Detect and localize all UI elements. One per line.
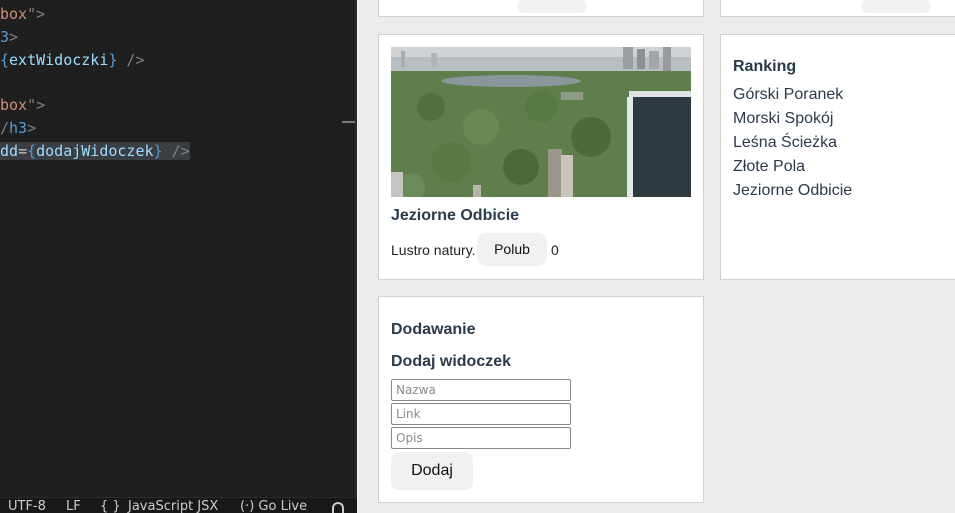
add-card: Dodawanie Dodaj widoczek Dodaj xyxy=(378,296,704,503)
code-line[interactable]: {extWidoczki} /> xyxy=(0,49,145,72)
ranking-item: Złote Pola xyxy=(733,158,806,175)
code-token: dodajWidoczek xyxy=(36,142,154,160)
status-language[interactable]: JavaScript JSX xyxy=(128,500,218,513)
top-left-card-button[interactable] xyxy=(517,0,587,13)
code-line[interactable]: box"> xyxy=(0,3,45,26)
ranking-card: Ranking Górski Poranek Morski Spokój Leś… xyxy=(720,34,955,280)
code-line[interactable]: /h3> xyxy=(0,117,36,140)
description-input[interactable] xyxy=(391,427,571,449)
status-encoding[interactable]: UTF-8 xyxy=(8,500,46,513)
top-right-card-button[interactable] xyxy=(861,0,931,13)
code-editor[interactable]: box"> 3> {extWidoczki} /> box">/h3> dd={doda… xyxy=(0,0,357,513)
add-section-title: Dodawanie xyxy=(391,321,476,338)
add-form-title: Dodaj widoczek xyxy=(391,353,512,370)
code-selection: dd={dodajWidoczek} /> xyxy=(0,142,190,160)
code-token: h3 xyxy=(9,119,28,137)
ranking-item: Leśna Ścieżka xyxy=(733,134,838,151)
code-line-text: /h3> xyxy=(0,119,36,137)
photo-image xyxy=(391,47,691,197)
status-bar: UTF-8 LF { } JavaScript JSX (·) Go Live xyxy=(0,497,357,513)
photo-card-title: Jeziorne Odbicie xyxy=(391,207,520,224)
code-token: / xyxy=(0,119,10,137)
code-token: 3 xyxy=(0,28,10,46)
code-token: "> xyxy=(27,5,46,23)
code-token: box xyxy=(0,96,28,114)
code-token: "> xyxy=(27,96,46,114)
photo-card: Jeziorne Odbicie Lustro natury. Polub 0 xyxy=(378,34,704,280)
code-line-text: box"> xyxy=(0,96,45,114)
code-token: /> xyxy=(117,51,145,69)
code-line-text: 3> xyxy=(0,28,18,46)
status-braces-icon[interactable]: { } xyxy=(100,500,121,513)
code-token: > xyxy=(27,119,37,137)
code-token: = xyxy=(18,142,28,160)
code-line[interactable]: 3> xyxy=(0,26,18,49)
card-top-right xyxy=(720,0,955,17)
browser-preview: Jeziorne Odbicie Lustro natury. Polub 0 … xyxy=(357,0,955,513)
status-eol[interactable]: LF xyxy=(66,500,81,513)
like-count: 0 xyxy=(551,242,559,258)
code-token: { xyxy=(27,142,37,160)
add-button[interactable]: Dodaj xyxy=(391,452,473,490)
status-golive[interactable]: (·) Go Live xyxy=(240,500,307,513)
ranking-item: Górski Poranek xyxy=(733,86,844,103)
code-token: > xyxy=(9,28,19,46)
code-token: } xyxy=(153,142,163,160)
photo-card-description: Lustro natury. xyxy=(391,242,476,258)
ranking-item: Jeziorne Odbicie xyxy=(733,182,853,199)
status-golive-label: Go Live xyxy=(258,499,308,513)
name-input[interactable] xyxy=(391,379,571,401)
code-token: { xyxy=(0,51,10,69)
code-token: /> xyxy=(162,142,190,160)
broadcast-icon: (·) xyxy=(240,499,255,513)
code-token: extWidoczki xyxy=(9,51,109,69)
link-input[interactable] xyxy=(391,403,571,425)
code-token: box xyxy=(0,5,28,23)
code-line-text: {extWidoczki} /> xyxy=(0,51,145,69)
card-top-left xyxy=(378,0,704,17)
ranking-title: Ranking xyxy=(733,58,797,75)
bell-icon[interactable] xyxy=(332,502,344,513)
code-line[interactable]: dd={dodajWidoczek} /> xyxy=(0,140,190,163)
park-aerial-image xyxy=(391,47,691,197)
code-line[interactable]: box"> xyxy=(0,94,45,117)
code-line-text: box"> xyxy=(0,5,45,23)
code-token: dd xyxy=(0,142,19,160)
ranking-item: Morski Spokój xyxy=(733,110,834,127)
like-button[interactable]: Polub xyxy=(477,233,547,266)
